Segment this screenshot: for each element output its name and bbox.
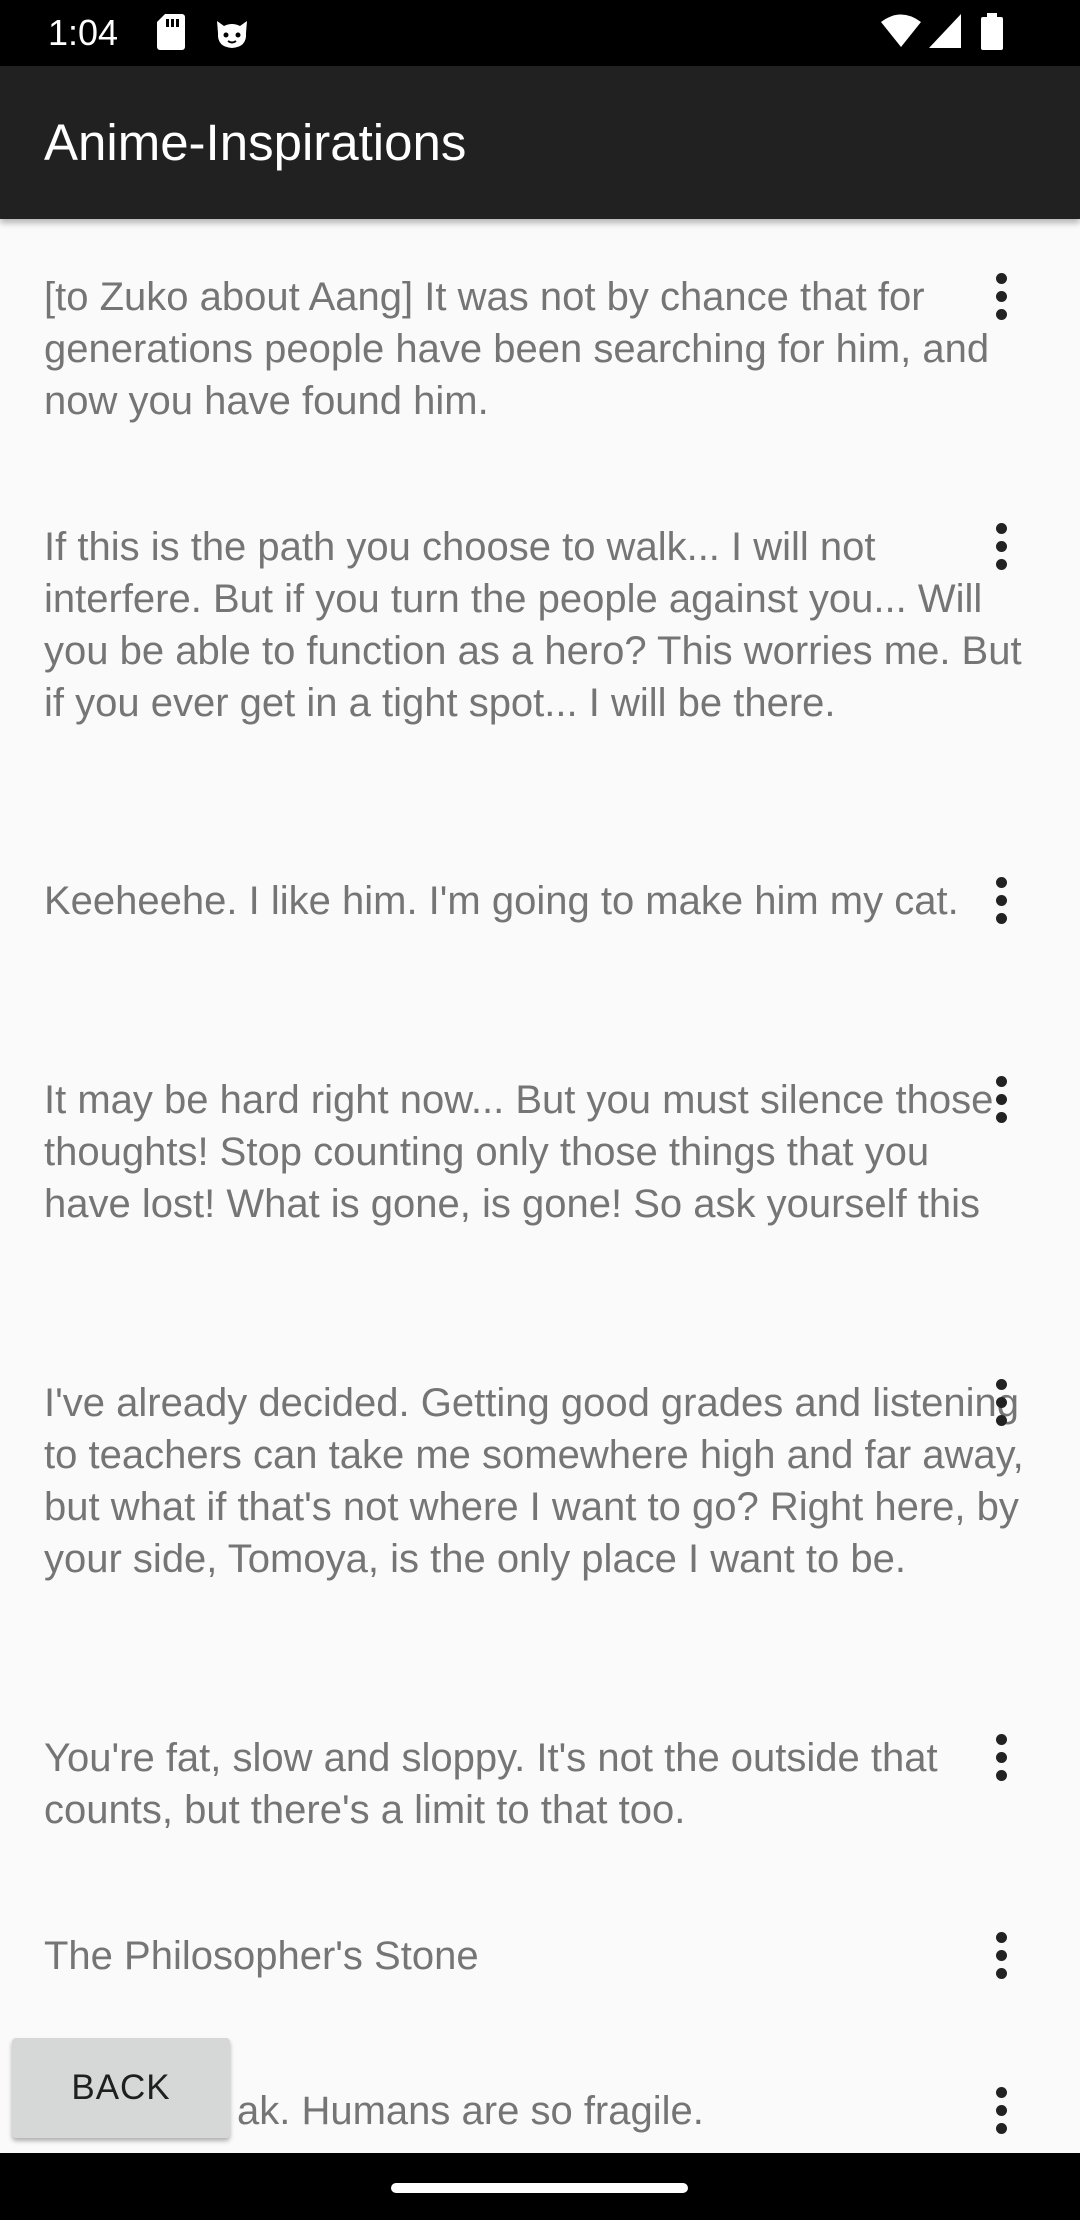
quote-text: It may be hard right now... But you must… bbox=[44, 1078, 994, 1226]
signal-icon bbox=[929, 14, 961, 48]
sd-card-icon bbox=[157, 14, 185, 50]
status-time: 1:04 bbox=[48, 12, 119, 53]
back-button[interactable]: BACK bbox=[12, 2038, 230, 2138]
quote-text: [to Zuko about Aang] It was not by chanc… bbox=[44, 275, 990, 423]
quote-list[interactable]: [to Zuko about Aang] It was not by chanc… bbox=[0, 219, 1080, 2153]
more-options-icon[interactable] bbox=[984, 1732, 1020, 1784]
quote-text: ak. Humans are so fragile. bbox=[237, 2089, 704, 2133]
quote-text: Keeheehe. I like him. I'm going to make … bbox=[44, 879, 959, 923]
app-bar: Anime-Inspirations bbox=[0, 66, 1080, 219]
more-options-icon[interactable] bbox=[984, 2085, 1020, 2137]
quote-text: If this is the path you choose to walk..… bbox=[44, 525, 1022, 725]
wifi-icon bbox=[881, 14, 921, 47]
more-options-icon[interactable] bbox=[984, 1930, 1020, 1982]
cat-face-icon bbox=[217, 21, 247, 48]
navigation-bar bbox=[0, 2153, 1080, 2220]
more-options-icon[interactable] bbox=[984, 521, 1020, 573]
quote-text: The Philosopher's Stone bbox=[44, 1934, 479, 1978]
more-options-icon[interactable] bbox=[984, 1074, 1020, 1126]
app-title: Anime-Inspirations bbox=[44, 114, 467, 171]
more-options-icon[interactable] bbox=[984, 271, 1020, 323]
battery-icon bbox=[981, 13, 1003, 50]
quote-text: I've already decided. Getting good grade… bbox=[44, 1381, 1024, 1581]
home-gesture-handle[interactable] bbox=[391, 2183, 688, 2193]
more-options-icon[interactable] bbox=[984, 1377, 1020, 1429]
more-options-icon[interactable] bbox=[984, 875, 1020, 927]
status-bar: 1:04 bbox=[0, 0, 1080, 66]
quote-text: You're fat, slow and sloppy. It's not th… bbox=[44, 1736, 938, 1832]
